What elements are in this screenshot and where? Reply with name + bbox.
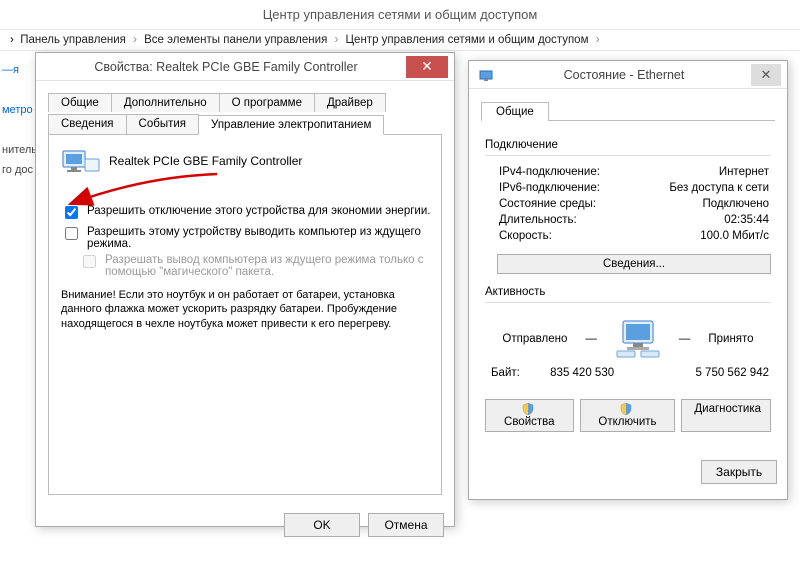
- tab-general[interactable]: Общие: [48, 93, 112, 112]
- breadcrumb: › Панель управления › Все элементы панел…: [0, 30, 800, 51]
- status-dialog: Состояние - Ethernet ✕ Общие Подключение…: [468, 60, 788, 500]
- close-icon: ✕: [421, 58, 433, 75]
- tab-content: Realtek PCIe GBE Family Controller Разре…: [48, 135, 442, 495]
- media-value: Подключено: [703, 198, 770, 210]
- tab-events[interactable]: События: [126, 114, 199, 134]
- tab-advanced[interactable]: Дополнительно: [111, 93, 220, 112]
- checkbox-input[interactable]: [65, 206, 78, 219]
- bytes-sent: 835 420 530: [520, 367, 645, 379]
- left-panel-fragment: —я метро нитель го дос: [0, 60, 39, 180]
- section-activity: Активность: [485, 286, 771, 298]
- bytes-received: 5 750 562 942: [644, 367, 769, 379]
- ipv6-value: Без доступа к сети: [669, 182, 769, 194]
- received-label: Принято: [708, 333, 753, 345]
- speed-label: Скорость:: [499, 230, 552, 242]
- close-button[interactable]: ✕: [751, 64, 781, 86]
- breadcrumb-item[interactable]: Все элементы панели управления: [144, 34, 327, 46]
- speed-value: 100.0 Мбит/с: [700, 230, 769, 242]
- dialog-buttons: OK Отмена: [36, 505, 454, 545]
- dialog-title: Состояние - Ethernet: [497, 68, 751, 82]
- checkbox-input[interactable]: [65, 227, 78, 240]
- checkbox-allow-wake[interactable]: Разрешить этому устройству выводить комп…: [61, 226, 431, 250]
- ok-button[interactable]: OK: [284, 513, 360, 537]
- tab-about[interactable]: О программе: [219, 93, 315, 112]
- duration-value: 02:35:44: [724, 214, 769, 226]
- close-dialog-button[interactable]: Закрыть: [701, 460, 777, 484]
- section-connection: Подключение: [485, 139, 771, 151]
- tab-details[interactable]: Сведения: [48, 114, 127, 134]
- sent-label: Отправлено: [502, 333, 567, 345]
- properties-dialog: Свойства: Realtek PCIe GBE Family Contro…: [35, 52, 455, 527]
- close-button[interactable]: ✕: [406, 56, 448, 78]
- diagnostics-button[interactable]: Диагностика: [681, 399, 771, 432]
- device-name: Realtek PCIe GBE Family Controller: [109, 154, 302, 168]
- details-button[interactable]: Сведения...: [497, 254, 771, 274]
- ethernet-icon: [479, 68, 493, 82]
- shield-icon: [522, 403, 534, 415]
- breadcrumb-item[interactable]: Центр управления сетями и общим доступом: [346, 34, 589, 46]
- dialog-title: Свойства: Realtek PCIe GBE Family Contro…: [46, 60, 406, 74]
- tab-power-management[interactable]: Управление электропитанием: [198, 115, 384, 135]
- shield-icon: [620, 403, 632, 415]
- window-title: Центр управления сетями и общим доступом: [0, 0, 800, 30]
- ipv4-value: Интернет: [719, 166, 769, 178]
- status-tabs: Общие: [481, 101, 775, 121]
- checkbox-magic-packet: Разрешать вывод компьютера из ждущего ре…: [61, 254, 431, 278]
- computer-activity-icon: [615, 319, 661, 359]
- properties-button[interactable]: Свойства: [485, 399, 574, 432]
- breadcrumb-item[interactable]: Панель управления: [20, 34, 126, 46]
- cancel-button[interactable]: Отмена: [368, 513, 444, 537]
- checkbox-input: [83, 255, 96, 268]
- disable-button[interactable]: Отключить: [580, 399, 676, 432]
- tab-driver[interactable]: Драйвер: [314, 93, 386, 112]
- bytes-label: Байт:: [491, 367, 520, 379]
- tab-general[interactable]: Общие: [481, 102, 549, 121]
- ipv4-label: IPv4-подключение:: [499, 166, 600, 178]
- media-label: Состояние среды:: [499, 198, 596, 210]
- duration-label: Длительность:: [499, 214, 577, 226]
- close-icon: ✕: [761, 67, 772, 83]
- checkbox-allow-power-off[interactable]: Разрешить отключение этого устройства дл…: [61, 205, 431, 222]
- network-adapter-icon: [61, 145, 101, 177]
- warning-text: Внимание! Если это ноутбук и он работает…: [61, 288, 431, 331]
- ipv6-label: IPv6-подключение:: [499, 182, 600, 194]
- tabs-row: Общие Дополнительно О программе Драйвер …: [48, 91, 442, 135]
